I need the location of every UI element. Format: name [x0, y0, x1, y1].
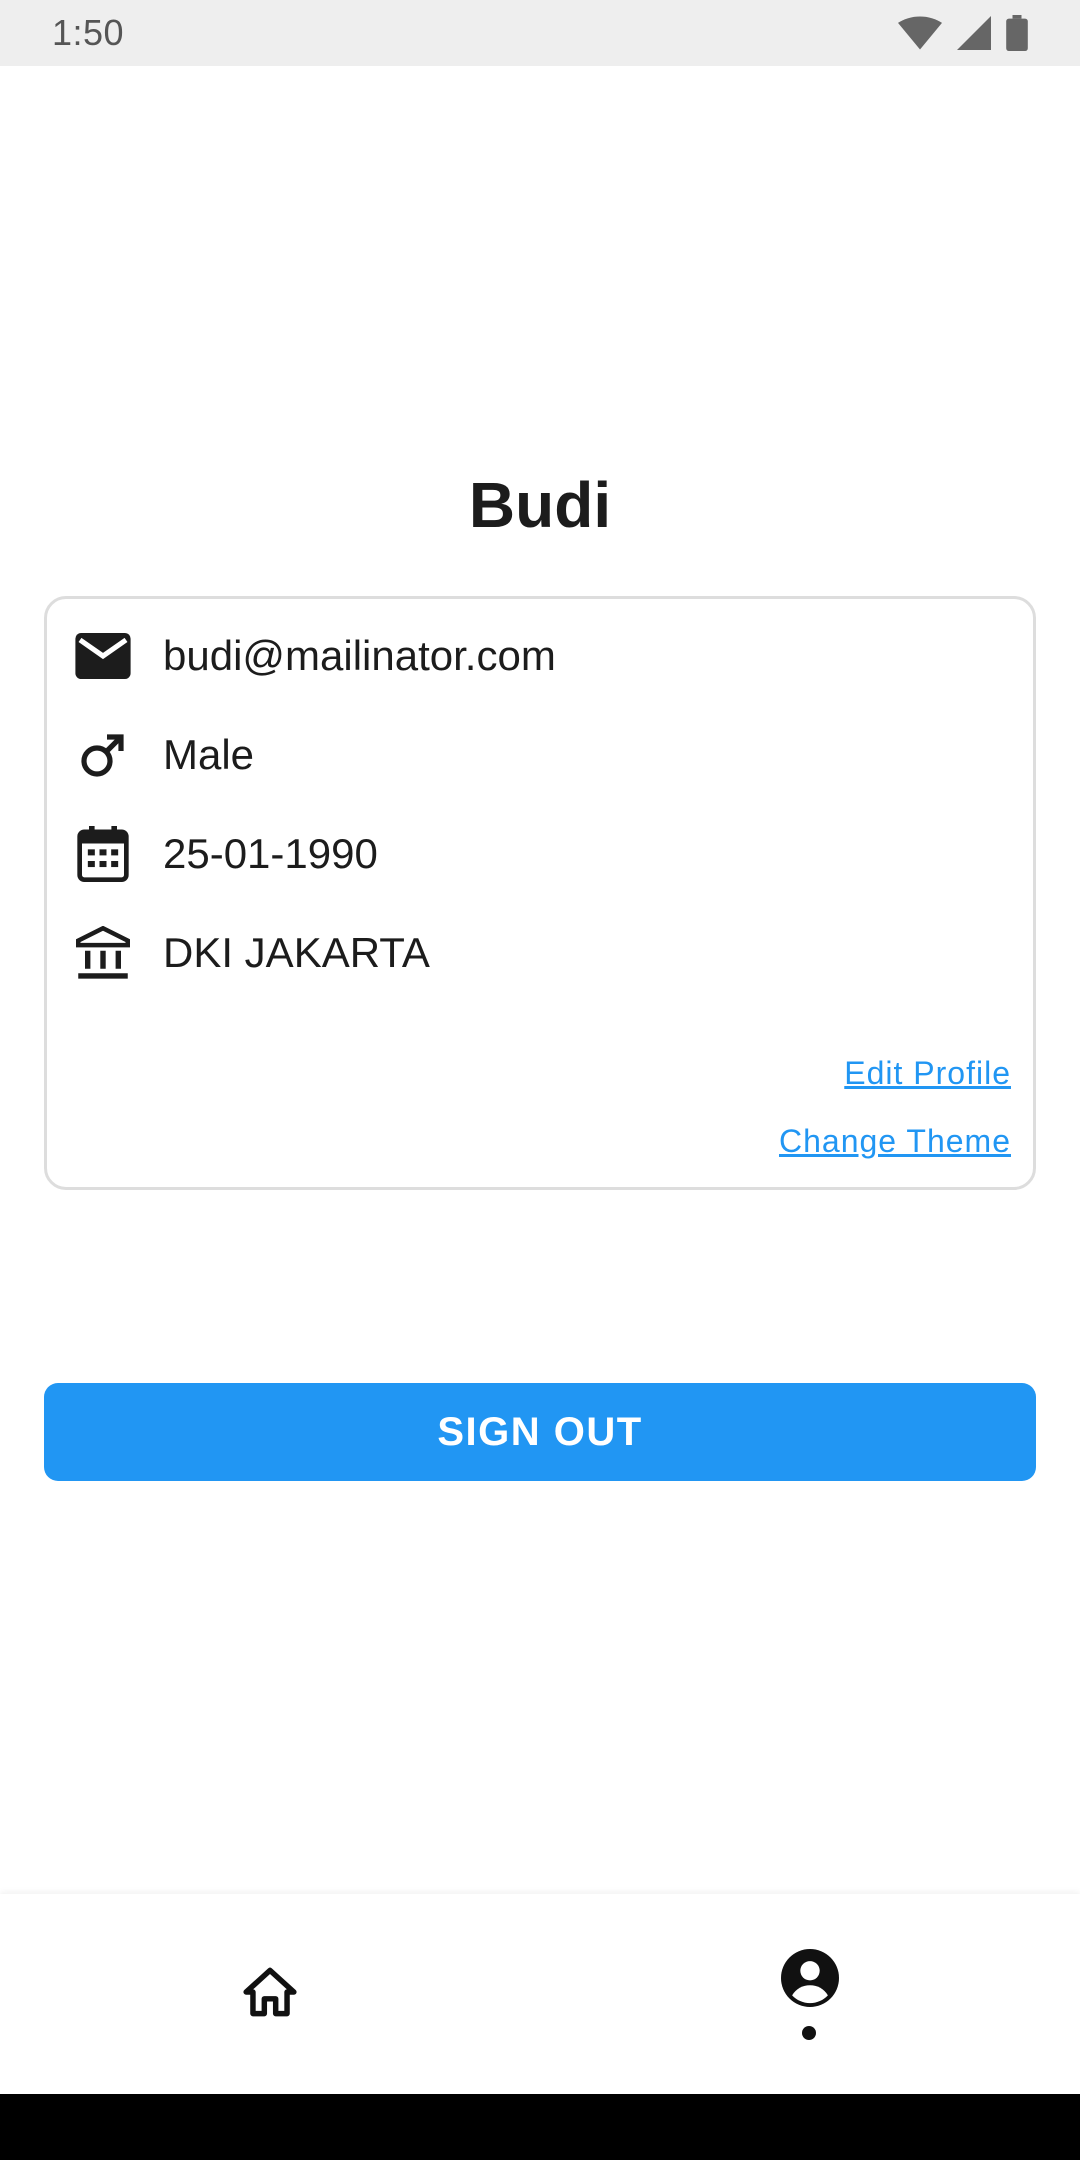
profile-name: Budi: [468, 469, 612, 541]
male-icon: [73, 725, 133, 785]
change-theme-link[interactable]: Change Theme: [779, 1123, 1011, 1160]
gender-value: Male: [163, 731, 255, 778]
bottom-navigation: [0, 1894, 1080, 2094]
home-gesture-handle[interactable]: [392, 2078, 688, 2088]
email-value: budi@mailinator.com: [163, 632, 556, 679]
selected-tab-indicator: [802, 2026, 816, 2040]
status-time: 1:50: [52, 12, 125, 53]
dob-value: 25-01-1990: [163, 830, 378, 877]
wifi-icon: [898, 16, 942, 50]
profile-screen: 1:50 Budi budi@mailinator.com Male 25-01…: [0, 0, 1080, 2160]
dob-row: 25-01-1990: [73, 819, 378, 889]
account-circle-icon: [781, 1948, 839, 2012]
region-value: DKI JAKARTA: [163, 929, 430, 976]
sign-out-button[interactable]: SIGN OUT: [44, 1383, 1036, 1481]
system-navigation-bar: [0, 2094, 1080, 2160]
region-row: DKI JAKARTA: [73, 918, 430, 988]
cell-signal-icon: [956, 16, 992, 50]
nav-home-tab[interactable]: [170, 1894, 370, 2094]
status-icons: [898, 15, 1028, 51]
gender-row: Male: [73, 720, 254, 790]
home-icon: [242, 1967, 298, 2022]
profile-card: budi@mailinator.com Male 25-01-1990 DKI …: [44, 596, 1036, 1190]
edit-profile-link[interactable]: Edit Profile: [844, 1055, 1011, 1092]
status-bar: 1:50: [0, 0, 1080, 66]
email-icon: [73, 626, 133, 686]
battery-icon: [1006, 15, 1028, 51]
calendar-icon: [73, 824, 133, 884]
institution-icon: [73, 923, 133, 983]
email-row: budi@mailinator.com: [73, 621, 556, 691]
nav-profile-tab[interactable]: [710, 1894, 910, 2094]
